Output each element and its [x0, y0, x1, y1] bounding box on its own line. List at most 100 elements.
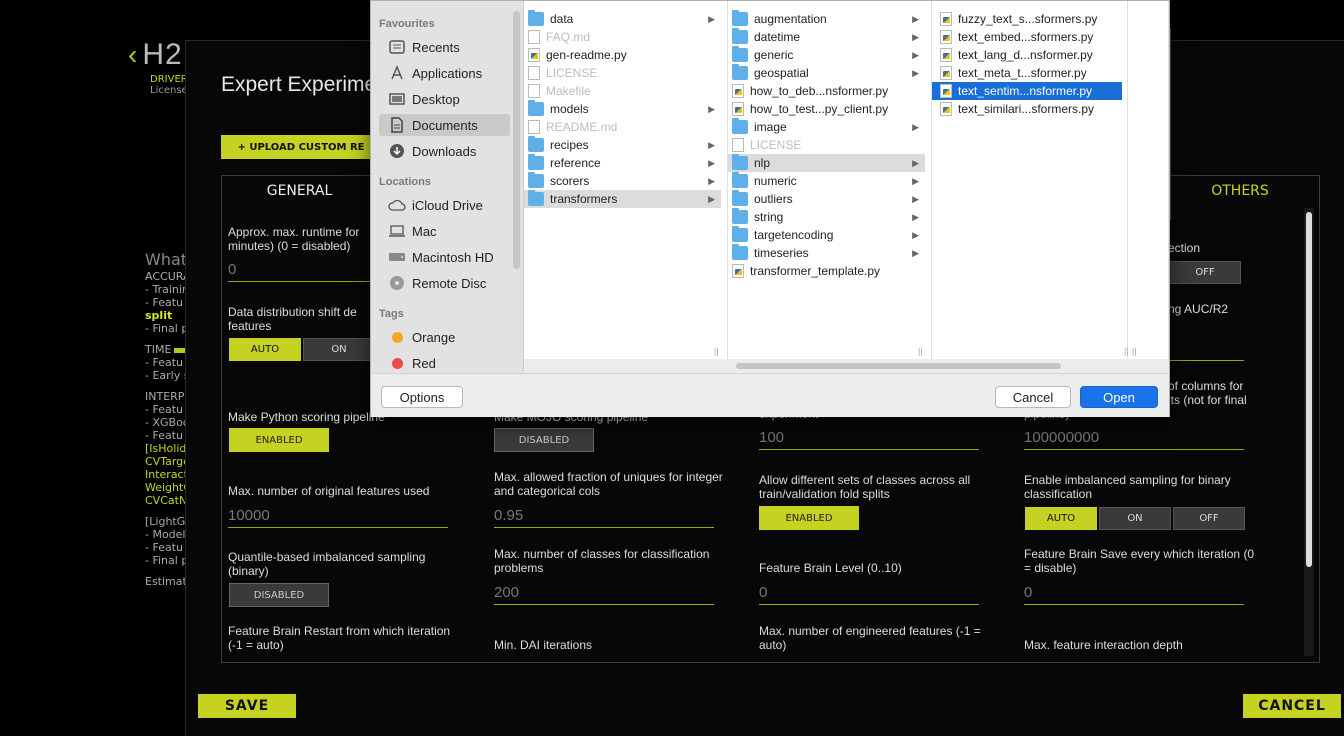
open-button[interactable]: Open — [1080, 386, 1158, 408]
chevron-right-icon: ▶ — [708, 13, 715, 24]
list-item[interactable]: reference ▶ — [528, 154, 721, 172]
sidebar-item-documents[interactable]: Documents — [379, 114, 510, 136]
sidebar-item-icloud[interactable]: iCloud Drive — [379, 194, 510, 216]
tab-others[interactable]: OTHERS — [1180, 176, 1300, 206]
imbalanced-auto-option[interactable]: AUTO — [1025, 507, 1097, 530]
list-item[interactable]: README.md — [528, 118, 721, 136]
list-item-selected[interactable]: transformers ▶ — [524, 190, 721, 208]
experiment-input[interactable]: 100 — [759, 429, 979, 450]
python-pipeline-toggle[interactable]: ENABLED — [229, 428, 329, 452]
class-sets-toggle[interactable]: ENABLED — [759, 506, 859, 530]
eng-features-label: Max. number of engineered features (-1 =… — [759, 624, 981, 652]
max-classes-input[interactable]: 200 — [494, 584, 714, 605]
chevron-right-icon: ▶ — [912, 157, 919, 168]
imbalanced-on-option[interactable]: ON — [1099, 507, 1171, 530]
fb-level-label: Feature Brain Level (0..10) — [759, 561, 902, 575]
fb-level-input[interactable]: 0 — [759, 584, 979, 605]
orig-features-label: Max. number of original features used — [228, 484, 430, 498]
options-button[interactable]: Options — [381, 386, 463, 408]
list-item[interactable]: recipes ▶ — [528, 136, 721, 154]
list-item[interactable]: generic ▶ — [732, 46, 925, 64]
browser-column-3: fuzzy_text_s...sformers.py text_embed...… — [932, 1, 1129, 359]
sidebar-tag-orange[interactable]: Orange — [379, 326, 510, 348]
list-item[interactable]: LICENSE — [528, 64, 721, 82]
sidebar-tag-red[interactable]: Red — [379, 352, 510, 374]
mojo-pipeline-toggle[interactable]: DISABLED — [494, 428, 594, 452]
list-item[interactable]: gen-readme.py — [528, 46, 721, 64]
cancel-button[interactable]: CANCEL — [1243, 694, 1341, 718]
settings-scrollbar[interactable] — [1304, 208, 1314, 656]
browser-column-4: || — [1128, 1, 1169, 359]
chevron-right-icon: ▶ — [708, 193, 715, 204]
list-item[interactable]: scorers ▶ — [528, 172, 721, 190]
back-chevron-icon[interactable]: ‹ — [128, 39, 138, 70]
pipeline-input[interactable]: 100000000 — [1024, 429, 1244, 450]
upload-custom-recipe-button[interactable]: + UPLOAD CUSTOM RE — [221, 135, 381, 159]
shift-label: Data distribution shift de features — [228, 305, 357, 333]
runtime-input[interactable]: 0 — [228, 261, 370, 282]
laptop-icon — [388, 222, 406, 240]
list-item[interactable]: data ▶ — [528, 10, 721, 28]
list-item[interactable]: geospatial ▶ — [732, 64, 925, 82]
list-item[interactable]: fuzzy_text_s...sformers.py — [940, 10, 1122, 28]
quantile-toggle[interactable]: DISABLED — [229, 583, 329, 607]
browser-column-1: data ▶ FAQ.md gen-readme.py LICENSE Makef… — [524, 1, 728, 359]
shift-auto-option[interactable]: AUTO — [229, 338, 301, 361]
list-item[interactable]: numeric ▶ — [732, 172, 925, 190]
list-item[interactable]: text_meta_t...sformer.py — [940, 64, 1122, 82]
column-resize-handle[interactable]: || — [714, 346, 719, 356]
desktop-icon — [388, 90, 406, 108]
save-button[interactable]: SAVE — [198, 694, 296, 718]
list-item[interactable]: outliers ▶ — [732, 190, 925, 208]
uniques-label: Max. allowed fraction of uniques for int… — [494, 470, 723, 498]
list-item[interactable]: text_embed...sformers.py — [940, 28, 1122, 46]
dialog-footer: Options Cancel Open — [371, 373, 1169, 417]
orig-features-input[interactable]: 10000 — [228, 507, 448, 528]
list-item[interactable]: transformer_template.py — [732, 262, 925, 280]
imbalanced-off-option[interactable]: OFF — [1173, 507, 1245, 530]
sidebar-item-recents[interactable]: Recents — [379, 36, 510, 58]
list-item[interactable]: string ▶ — [732, 208, 925, 226]
sidebar-item-remote-disc[interactable]: Remote Disc — [379, 272, 510, 294]
list-item[interactable]: how_to_deb...nsformer.py — [732, 82, 925, 100]
list-item-selected[interactable]: nlp ▶ — [728, 154, 925, 172]
scroll-thumb[interactable] — [1306, 212, 1312, 567]
peek-off-option[interactable]: OFF — [1169, 261, 1241, 284]
horizontal-scrollbar[interactable] — [736, 363, 1061, 369]
column-resize-handle[interactable]: || — [918, 346, 923, 356]
list-item[interactable]: augmentation ▶ — [732, 10, 925, 28]
list-item[interactable]: LICENSE — [732, 136, 925, 154]
folder-icon — [732, 28, 748, 44]
locations-heading: Locations — [379, 176, 431, 188]
list-item-highlighted[interactable]: text_sentim...nsformer.py — [932, 82, 1122, 100]
dialog-cancel-button[interactable]: Cancel — [995, 386, 1071, 408]
list-item[interactable]: targetencoding ▶ — [732, 226, 925, 244]
folder-icon — [732, 190, 748, 206]
list-item[interactable]: FAQ.md — [528, 28, 721, 46]
uniques-input[interactable]: 0.95 — [494, 507, 714, 528]
list-item[interactable]: models ▶ — [528, 100, 721, 118]
fb-save-input[interactable]: 0 — [1024, 584, 1244, 605]
sidebar-scrollbar[interactable] — [513, 11, 520, 269]
list-item[interactable]: how_to_test...py_client.py — [732, 100, 925, 118]
imbalanced-label: Enable imbalanced sampling for binary cl… — [1024, 473, 1231, 501]
list-item[interactable]: Makefile — [528, 82, 721, 100]
folder-icon — [732, 226, 748, 242]
sidebar-item-macintosh-hd[interactable]: Macintosh HD — [379, 246, 510, 268]
column-resize-handle[interactable]: || — [1132, 346, 1137, 356]
list-item[interactable]: datetime ▶ — [732, 28, 925, 46]
sidebar-item-desktop[interactable]: Desktop — [379, 88, 510, 110]
sidebar-item-mac[interactable]: Mac — [379, 220, 510, 242]
sidebar-item-applications[interactable]: Applications — [379, 62, 510, 84]
shift-on-option[interactable]: ON — [303, 338, 375, 361]
list-item[interactable]: text_similari...sformers.py — [940, 100, 1122, 118]
peek-ection: ection — [1168, 241, 1201, 255]
folder-icon — [732, 208, 748, 224]
tab-general[interactable]: GENERAL — [222, 176, 378, 206]
disc-icon — [388, 274, 406, 292]
list-item[interactable]: timeseries ▶ — [732, 244, 925, 262]
list-item[interactable]: text_lang_d...nsformer.py — [940, 46, 1122, 64]
chevron-right-icon: ▶ — [708, 175, 715, 186]
list-item[interactable]: image ▶ — [732, 118, 925, 136]
sidebar-item-downloads[interactable]: Downloads — [379, 140, 510, 162]
